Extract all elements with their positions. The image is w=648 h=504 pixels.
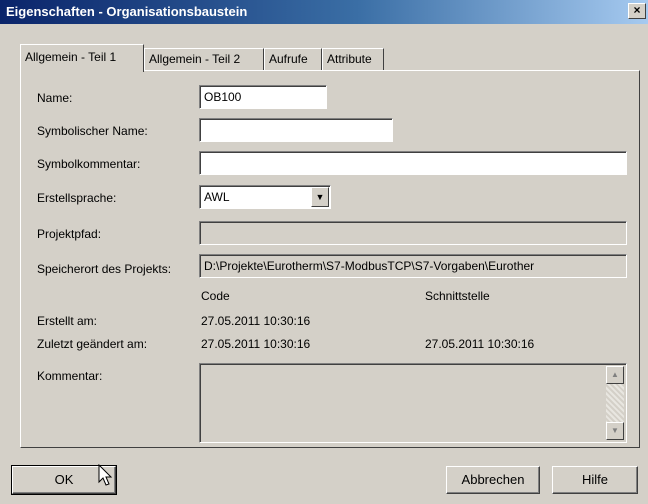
project-path-label: Projektpfad: xyxy=(37,227,102,241)
modified-code-value: 27.05.2011 10:30:16 xyxy=(201,337,311,351)
name-label: Name: xyxy=(37,91,73,105)
tab-label: Allgemein - Teil 1 xyxy=(25,50,117,64)
tab-allgemein-teil-2[interactable]: Allgemein - Teil 2 xyxy=(144,48,264,70)
tab-aufrufe[interactable]: Aufrufe xyxy=(264,48,322,70)
language-value: AWL xyxy=(204,190,230,204)
scroll-down-icon[interactable]: ▼ xyxy=(606,422,624,440)
title-bar: Eigenschaften - Organisationsbaustein × xyxy=(0,0,648,24)
tab-label: Attribute xyxy=(327,52,372,66)
tab-label: Aufrufe xyxy=(269,52,308,66)
tab-panel: Name: OB100 Symbolischer Name: Symbolkom… xyxy=(20,70,640,448)
language-label: Erstellsprache: xyxy=(37,191,117,205)
chevron-down-icon[interactable]: ▼ xyxy=(311,187,329,207)
comment-scrollbar[interactable]: ▲ ▼ xyxy=(606,366,624,440)
scroll-up-icon[interactable]: ▲ xyxy=(606,366,624,384)
modified-interface-value: 27.05.2011 10:30:16 xyxy=(425,337,535,351)
column-interface: Schnittstelle xyxy=(425,289,490,303)
tab-attribute[interactable]: Attribute xyxy=(322,48,384,70)
comment-textarea[interactable]: ▲ ▼ xyxy=(199,363,627,443)
cancel-button[interactable]: Abbrechen xyxy=(446,466,540,494)
close-button[interactable]: × xyxy=(628,3,646,19)
name-field[interactable]: OB100 xyxy=(199,85,327,109)
help-button[interactable]: Hilfe xyxy=(552,466,638,494)
column-code: Code xyxy=(201,289,230,303)
symbolic-name-field[interactable] xyxy=(199,118,393,142)
symbol-comment-label: Symbolkommentar: xyxy=(37,157,141,171)
storage-field: D:\Projekte\Eurotherm\S7-ModbusTCP\S7-Vo… xyxy=(199,254,627,278)
mouse-cursor-icon xyxy=(98,464,113,486)
language-select[interactable]: AWL ▼ xyxy=(199,185,331,209)
comment-label: Kommentar: xyxy=(37,369,103,383)
symbolic-name-label: Symbolischer Name: xyxy=(37,124,148,138)
window-title: Eigenschaften - Organisationsbaustein xyxy=(6,4,248,19)
close-icon: × xyxy=(633,3,641,17)
tab-allgemein-teil-1[interactable]: Allgemein - Teil 1 xyxy=(20,44,144,72)
modified-label: Zuletzt geändert am: xyxy=(37,337,148,351)
created-label: Erstellt am: xyxy=(37,314,98,328)
symbol-comment-field[interactable] xyxy=(199,151,627,175)
project-path-field xyxy=(199,221,627,245)
storage-label: Speicherort des Projekts: xyxy=(37,262,172,276)
tab-label: Allgemein - Teil 2 xyxy=(149,52,241,66)
created-code-value: 27.05.2011 10:30:16 xyxy=(201,314,311,328)
